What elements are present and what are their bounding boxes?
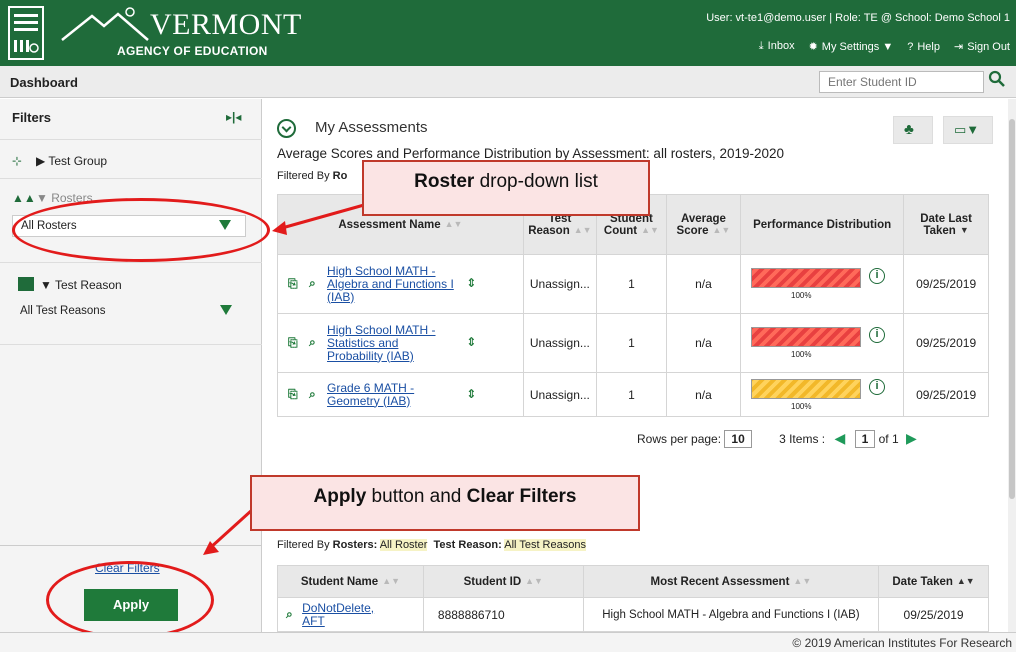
callout-arrows [203,203,365,555]
roster-callout: Roster drop-down list [362,160,650,216]
footer: © 2019 American Institutes For Research [0,632,1016,652]
copyright: © 2019 American Institutes For Research [792,636,1012,650]
apply-callout: Apply button and Clear Filters [250,475,640,531]
